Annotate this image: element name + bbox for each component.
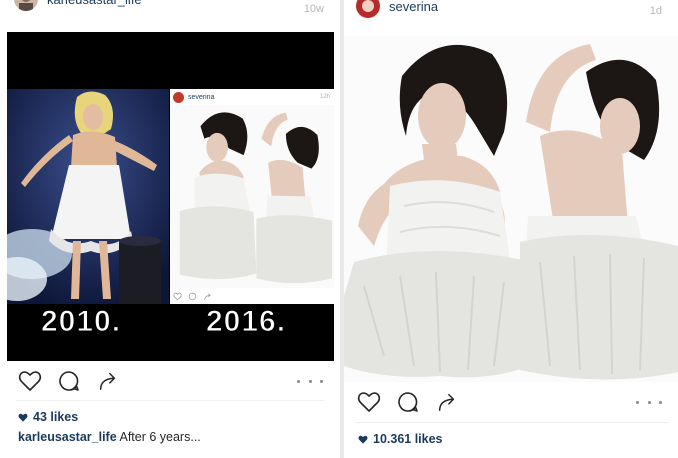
left-like-button[interactable] bbox=[17, 368, 43, 394]
inner-post-time: 12h bbox=[319, 94, 330, 100]
share-arrow-icon bbox=[99, 372, 116, 390]
right-post-separator bbox=[356, 422, 668, 423]
left-post-time: 10w bbox=[303, 3, 324, 15]
heart-filled-icon bbox=[358, 435, 368, 444]
inner-share-icon bbox=[204, 293, 211, 300]
right-comment-button[interactable] bbox=[395, 389, 421, 415]
left-post-username[interactable]: karleusastar_life bbox=[47, 0, 142, 7]
inner-heart-icon bbox=[173, 292, 182, 301]
right-post-actions bbox=[356, 389, 473, 415]
right-likes-count: 10.361 likes bbox=[373, 432, 443, 446]
heart-outline-icon bbox=[357, 392, 381, 412]
left-post-image: severina 12h 2010. 2016. bbox=[7, 32, 334, 361]
left-post-header: karleusastar_life bbox=[14, 0, 142, 11]
caption-text: After 6 years... bbox=[119, 430, 201, 444]
caption-username[interactable]: karleusastar_life bbox=[18, 430, 117, 444]
left-post-actions bbox=[17, 368, 134, 394]
right-post-image bbox=[344, 36, 678, 382]
heart-filled-icon bbox=[18, 413, 28, 422]
inner-post-username: severina bbox=[188, 94, 215, 101]
left-likes-count: 43 likes bbox=[33, 410, 79, 424]
share-arrow-icon bbox=[438, 393, 455, 411]
right-like-button[interactable] bbox=[356, 389, 382, 415]
left-more-options-icon[interactable] bbox=[297, 376, 323, 386]
right-more-options-icon[interactable] bbox=[636, 397, 662, 407]
inner-comment-icon bbox=[188, 292, 197, 301]
left-post-likes[interactable]: 43 likes bbox=[18, 410, 78, 424]
year-label-2010: 2010. bbox=[40, 305, 122, 339]
left-post-separator bbox=[16, 400, 324, 401]
comment-bubble-icon bbox=[59, 371, 79, 391]
right-post-likes[interactable]: 10.361 likes bbox=[358, 432, 443, 446]
inner-post-avatar bbox=[173, 92, 184, 103]
right-post: severina 1d 10.361 likes bbox=[344, 0, 678, 458]
left-post-avatar[interactable] bbox=[14, 0, 38, 11]
year-label-2016: 2016. bbox=[205, 305, 287, 339]
inner-post-screenshot: severina 12h bbox=[170, 89, 334, 304]
inner-post-header: severina bbox=[173, 92, 214, 103]
right-post-time: 1d bbox=[649, 5, 662, 17]
heart-outline-icon bbox=[18, 371, 42, 391]
right-share-button[interactable] bbox=[434, 389, 460, 415]
right-post-header: severina bbox=[356, 0, 438, 18]
comment-bubble-icon bbox=[398, 392, 418, 412]
left-share-button[interactable] bbox=[95, 368, 121, 394]
left-comment-button[interactable] bbox=[56, 368, 82, 394]
left-post: karleusastar_life 10w bbox=[0, 0, 340, 458]
right-post-username[interactable]: severina bbox=[389, 0, 438, 14]
concert-photo bbox=[7, 89, 169, 304]
left-post-caption: karleusastar_life After 6 years... bbox=[18, 430, 201, 444]
right-post-avatar[interactable] bbox=[356, 0, 380, 18]
inner-post-photo bbox=[170, 105, 334, 288]
inner-post-actions bbox=[173, 292, 212, 301]
